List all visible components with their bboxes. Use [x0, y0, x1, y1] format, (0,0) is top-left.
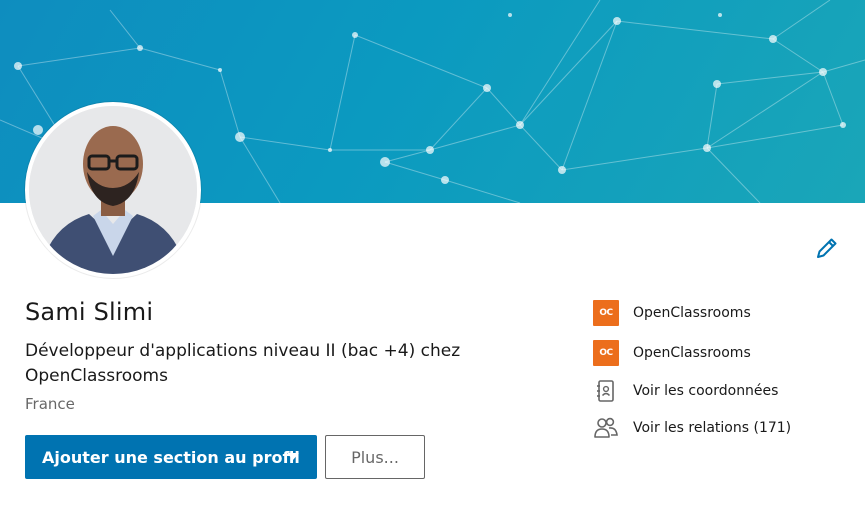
sidebar-item-label: OpenClassrooms: [633, 345, 751, 361]
more-button-label: Plus...: [351, 447, 399, 467]
people-icon: [593, 415, 619, 441]
caret-down-icon: [287, 453, 299, 460]
more-button[interactable]: Plus...: [325, 435, 425, 479]
sidebar-item-label: Voir les relations (171): [633, 420, 792, 436]
sidebar-item-label: Voir les coordonnées: [633, 383, 779, 399]
add-profile-section-button[interactable]: Ajouter une section au profil: [25, 435, 317, 479]
profile-location: France: [25, 395, 75, 413]
openclassrooms-logo-icon: OC: [593, 340, 619, 366]
sidebar-item-connections[interactable]: Voir les relations (171): [593, 415, 791, 441]
profile-name: Sami Slimi: [25, 298, 154, 326]
sidebar-item-label: OpenClassrooms: [633, 305, 751, 321]
sidebar-item-contact-info[interactable]: Voir les coordonnées: [593, 378, 778, 404]
add-profile-section-label: Ajouter une section au profil: [42, 447, 300, 467]
contact-card-icon: [593, 378, 619, 404]
profile-headline: Développeur d'applications niveau II (ba…: [25, 341, 461, 386]
sidebar-item-openclassrooms-2[interactable]: OC OpenClassrooms: [593, 340, 751, 366]
openclassrooms-logo-icon: OC: [593, 300, 619, 326]
sidebar-item-openclassrooms-1[interactable]: OC OpenClassrooms: [593, 300, 751, 326]
profile-photo[interactable]: [25, 102, 201, 278]
profile-photo-image: [29, 106, 197, 274]
edit-profile-pencil-icon[interactable]: [815, 236, 839, 260]
